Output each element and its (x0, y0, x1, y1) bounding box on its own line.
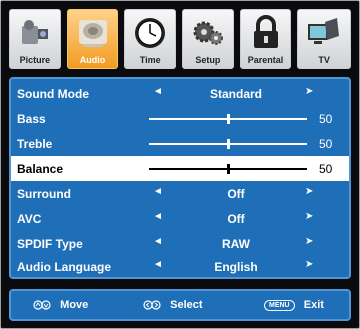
left-right-nav-icon (143, 300, 161, 310)
tab-label: Setup (195, 55, 221, 65)
right-arrow-icon[interactable]: ➤ (305, 211, 313, 222)
menu-tabs: Picture Audio Time Setup Parental TV (9, 9, 352, 71)
clock-icon (135, 18, 166, 48)
select-label: Select (170, 299, 203, 311)
camera-icon (21, 20, 48, 44)
right-arrow-icon[interactable]: ➤ (305, 259, 313, 270)
tab-picture[interactable]: Picture (9, 9, 61, 69)
setting-label: Balance (17, 162, 64, 176)
select-hint: Select (143, 299, 203, 311)
up-down-nav-icon (33, 300, 51, 310)
right-arrow-icon[interactable]: ➤ (305, 86, 313, 97)
left-arrow-icon[interactable]: ◄ (153, 236, 163, 247)
help-bar: Move Select MENU Exit (9, 289, 351, 321)
bass-row[interactable]: Bass 50 (11, 106, 349, 131)
tab-label: Picture (19, 55, 51, 65)
setting-label: Audio Language (17, 260, 111, 274)
sound-mode-row[interactable]: Sound Mode ◄ Standard ➤ (11, 81, 349, 106)
exit-label: Exit (303, 299, 324, 311)
setting-label: SPDIF Type (17, 237, 83, 251)
exit-hint: MENU Exit (264, 299, 324, 311)
tab-label: TV (318, 55, 330, 65)
setting-value: 50 (319, 137, 333, 151)
setting-value: English (214, 260, 258, 274)
treble-slider-knob[interactable] (226, 139, 230, 149)
menu-key-icon: MENU (264, 299, 295, 311)
move-label: Move (60, 299, 89, 311)
right-arrow-icon[interactable]: ➤ (305, 236, 313, 247)
tab-label: Time (139, 55, 161, 65)
tab-parental[interactable]: Parental (239, 9, 292, 69)
tab-time[interactable]: Time (124, 9, 177, 69)
speaker-icon (78, 20, 107, 47)
setting-value: Off (227, 212, 245, 226)
tab-label: Audio (79, 55, 106, 65)
setting-label: Treble (17, 137, 53, 151)
lock-icon (253, 15, 278, 48)
tab-setup[interactable]: Setup (182, 9, 234, 69)
setting-label: AVC (17, 212, 42, 226)
setting-value: RAW (222, 237, 250, 251)
audio-language-row[interactable]: Audio Language ◄ English ➤ (11, 254, 349, 279)
tab-audio[interactable]: Audio (66, 9, 119, 69)
setting-label: Bass (17, 112, 46, 126)
tab-tv[interactable]: TV (297, 9, 352, 69)
spdif-type-row[interactable]: SPDIF Type ◄ RAW ➤ (11, 231, 349, 256)
tab-label: Parental (247, 55, 284, 65)
treble-row[interactable]: Treble 50 (11, 131, 349, 156)
setting-value: 50 (319, 162, 333, 176)
tv-osd-frame: Picture Audio Time Setup Parental TV Sou… (0, 0, 360, 329)
left-arrow-icon[interactable]: ◄ (153, 259, 163, 270)
right-arrow-icon[interactable]: ➤ (305, 186, 313, 197)
bass-slider-knob[interactable] (226, 114, 230, 124)
surround-row[interactable]: Surround ◄ Off ➤ (11, 181, 349, 206)
balance-slider-knob[interactable] (226, 164, 230, 174)
setting-label: Surround (17, 187, 71, 201)
audio-settings-panel: Sound Mode ◄ Standard ➤ Bass 50 Treble 5… (9, 77, 351, 279)
setting-value: 50 (319, 112, 333, 126)
left-arrow-icon[interactable]: ◄ (153, 211, 163, 222)
setting-value: Off (227, 187, 245, 201)
tv-icon (308, 18, 340, 44)
setting-label: Sound Mode (17, 87, 89, 101)
move-hint: Move (33, 299, 88, 311)
balance-row[interactable]: Balance 50 (11, 156, 349, 181)
setting-value: Standard (209, 87, 262, 101)
left-arrow-icon[interactable]: ◄ (153, 86, 163, 97)
left-arrow-icon[interactable]: ◄ (153, 186, 163, 197)
gear-icon (193, 21, 223, 45)
avc-row[interactable]: AVC ◄ Off ➤ (11, 206, 349, 231)
